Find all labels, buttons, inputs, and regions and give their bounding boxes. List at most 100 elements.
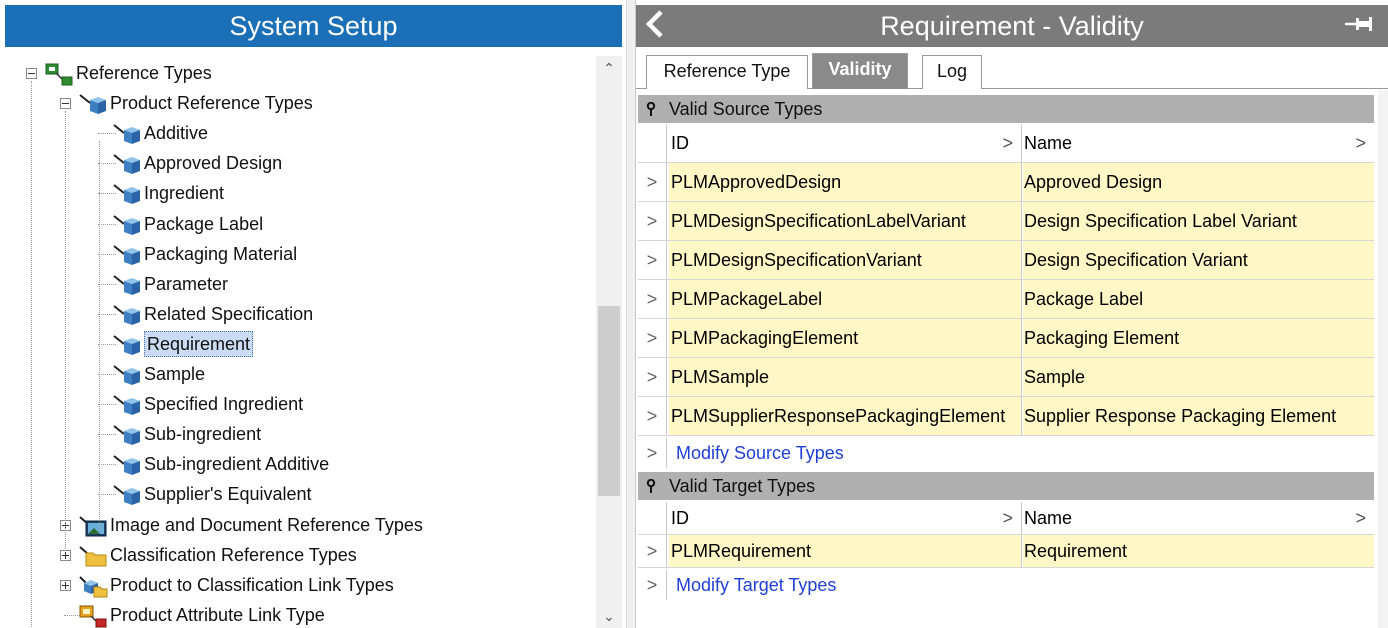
tree-node[interactable]: Classification Reference Types [0, 541, 596, 569]
tree-scrollbar[interactable]: ⌃ ⌄ [596, 56, 622, 628]
tree-node[interactable]: Image and Document Reference Types [0, 511, 596, 539]
table-row[interactable]: > PLMSample Sample [638, 358, 1374, 397]
cell-id[interactable]: PLMPackageLabel [669, 280, 1022, 318]
cell-name[interactable]: Package Label [1023, 280, 1374, 318]
table-row[interactable]: > PLMSupplierResponsePackagingElement Supp… [638, 397, 1374, 436]
table-row[interactable]: > PLMPackageLabel Package Label [638, 280, 1374, 319]
tree-node-label: Sub-ingredient Additive [144, 454, 330, 475]
tree-node-label: Sample [144, 364, 206, 384]
tree-node[interactable]: Parameter [0, 270, 596, 298]
system-setup-title: System Setup [5, 5, 622, 47]
pane-splitter[interactable] [626, 0, 636, 628]
cell-id-text: PLMPackagingElement [671, 328, 859, 348]
cell-id[interactable]: PLMSample [669, 358, 1022, 396]
row-expand-icon[interactable]: > [638, 241, 667, 279]
attribute-link-icon [78, 605, 108, 628]
tab-strip: Reference Type Validity Log [636, 47, 1388, 89]
column-header-id-label: ID [671, 508, 689, 528]
tree-node[interactable]: Product Reference Types [0, 89, 596, 117]
cell-id[interactable]: PLMApprovedDesign [669, 163, 1022, 201]
collapse-icon[interactable] [26, 68, 37, 79]
cell-id[interactable]: PLMSupplierResponsePackagingElement [669, 397, 1022, 435]
chevron-right-icon[interactable]: > [1355, 124, 1366, 162]
setup-tree[interactable]: Reference Types Product Reference Types Ad… [0, 47, 596, 628]
column-header-name-label: Name [1024, 133, 1073, 153]
column-header-name[interactable]: Name > [1023, 502, 1374, 534]
table-row[interactable]: > PLMRequirement Requirement [638, 535, 1374, 568]
row-expand-icon[interactable]: > [638, 397, 667, 435]
cell-name[interactable]: Packaging Element [1023, 319, 1374, 357]
modify-target-types-link[interactable]: Modify Target Types [676, 570, 836, 600]
cell-name[interactable]: Requirement [1023, 535, 1374, 567]
tree-node[interactable]: Product Attribute Link Type [0, 601, 596, 628]
tree-node[interactable]: Sample [0, 360, 596, 388]
tree-node[interactable]: Packaging Material [0, 240, 596, 268]
row-expand-icon[interactable]: > [638, 163, 667, 201]
tree-node[interactable]: Additive [0, 119, 596, 147]
modify-source-types-link[interactable]: Modify Source Types [676, 438, 844, 468]
tree-node[interactable]: Approved Design [0, 149, 596, 177]
column-header-id[interactable]: ID > [669, 124, 1022, 162]
collapse-icon[interactable] [60, 98, 71, 110]
target-types-header[interactable]: Valid Target Types [638, 472, 1374, 500]
cell-name[interactable]: Supplier Response Packaging Element [1023, 397, 1374, 435]
cell-name[interactable]: Design Specification Variant [1023, 241, 1374, 279]
tree-node[interactable]: Sub-ingredient Additive [0, 450, 596, 478]
table-row[interactable]: > PLMPackagingElement Packaging Element [638, 319, 1374, 358]
column-header-id[interactable]: ID > [669, 502, 1022, 534]
table-row[interactable]: > PLMApprovedDesign Approved Design [638, 163, 1374, 202]
row-expand-icon[interactable]: > [638, 535, 667, 567]
row-expand-icon[interactable]: > [638, 319, 667, 357]
scroll-down-icon[interactable]: ⌄ [596, 604, 622, 628]
tree-node[interactable]: Sub-ingredient [0, 420, 596, 448]
row-expand-icon[interactable]: > [638, 358, 667, 396]
pin-icon[interactable] [1344, 14, 1374, 34]
row-expand-icon[interactable]: > [638, 202, 667, 240]
cell-id[interactable]: PLMDesignSpecificationVariant [669, 241, 1022, 279]
row-expand-icon: > [638, 570, 667, 600]
column-header-name[interactable]: Name > [1023, 124, 1374, 162]
tab-log[interactable]: Log [922, 55, 982, 89]
row-expand-icon[interactable]: > [638, 280, 667, 318]
editor-scrollbar[interactable] [1378, 90, 1388, 628]
source-types-header[interactable]: Valid Source Types [638, 95, 1374, 123]
tree-node[interactable]: Requirement [0, 330, 596, 358]
tree-node-label: Sub-ingredient [144, 424, 262, 445]
expand-icon[interactable] [60, 549, 71, 561]
cell-name[interactable]: Approved Design [1023, 163, 1374, 201]
tree-node-label: Packaging Material [144, 243, 298, 264]
table-row[interactable]: > PLMDesignSpecificationVariant Design Spe… [638, 241, 1374, 280]
chevron-right-icon[interactable]: > [1002, 124, 1013, 162]
cell-name-text: Sample [1024, 367, 1086, 387]
cell-id[interactable]: PLMRequirement [669, 535, 1022, 567]
back-icon[interactable] [644, 9, 666, 39]
tree-guide-line [99, 141, 100, 531]
table-row[interactable]: > PLMDesignSpecificationLabelVariant Desig… [638, 202, 1374, 241]
tree-node[interactable]: Supplier's Equivalent [0, 480, 596, 508]
scrollbar-thumb[interactable] [598, 306, 620, 496]
pin-icon[interactable] [646, 102, 656, 116]
cell-name[interactable]: Design Specification Label Variant [1023, 202, 1374, 240]
tab-validity[interactable]: Validity [812, 53, 908, 89]
tab-reference-type[interactable]: Reference Type [646, 55, 808, 89]
chevron-right-icon[interactable]: > [1355, 502, 1366, 534]
tree-node[interactable]: Ingredient [0, 179, 596, 207]
scroll-up-icon[interactable]: ⌃ [596, 56, 622, 80]
cell-name[interactable]: Sample [1023, 358, 1374, 396]
expand-icon[interactable] [60, 579, 71, 591]
tab-validity-label: Validity [828, 59, 892, 79]
tree-node-label: Reference Types [76, 63, 212, 83]
cell-id-text: PLMApprovedDesign [671, 172, 842, 192]
tree-node-label: Additive [144, 123, 209, 144]
tree-node[interactable]: Specified Ingredient [0, 390, 596, 418]
cell-id[interactable]: PLMDesignSpecificationLabelVariant [669, 202, 1022, 240]
cell-id[interactable]: PLMPackagingElement [669, 319, 1022, 357]
tree-node[interactable]: Related Specification [0, 300, 596, 328]
tree-node[interactable]: Reference Types [0, 59, 596, 87]
tree-node[interactable]: Package Label [0, 210, 596, 238]
modify-row: > Modify Target Types [638, 570, 1374, 600]
pin-icon[interactable] [646, 479, 656, 493]
tree-node-label: Parameter [144, 273, 229, 294]
tree-node[interactable]: Product to Classification Link Types [0, 571, 596, 599]
chevron-right-icon[interactable]: > [1002, 502, 1013, 534]
